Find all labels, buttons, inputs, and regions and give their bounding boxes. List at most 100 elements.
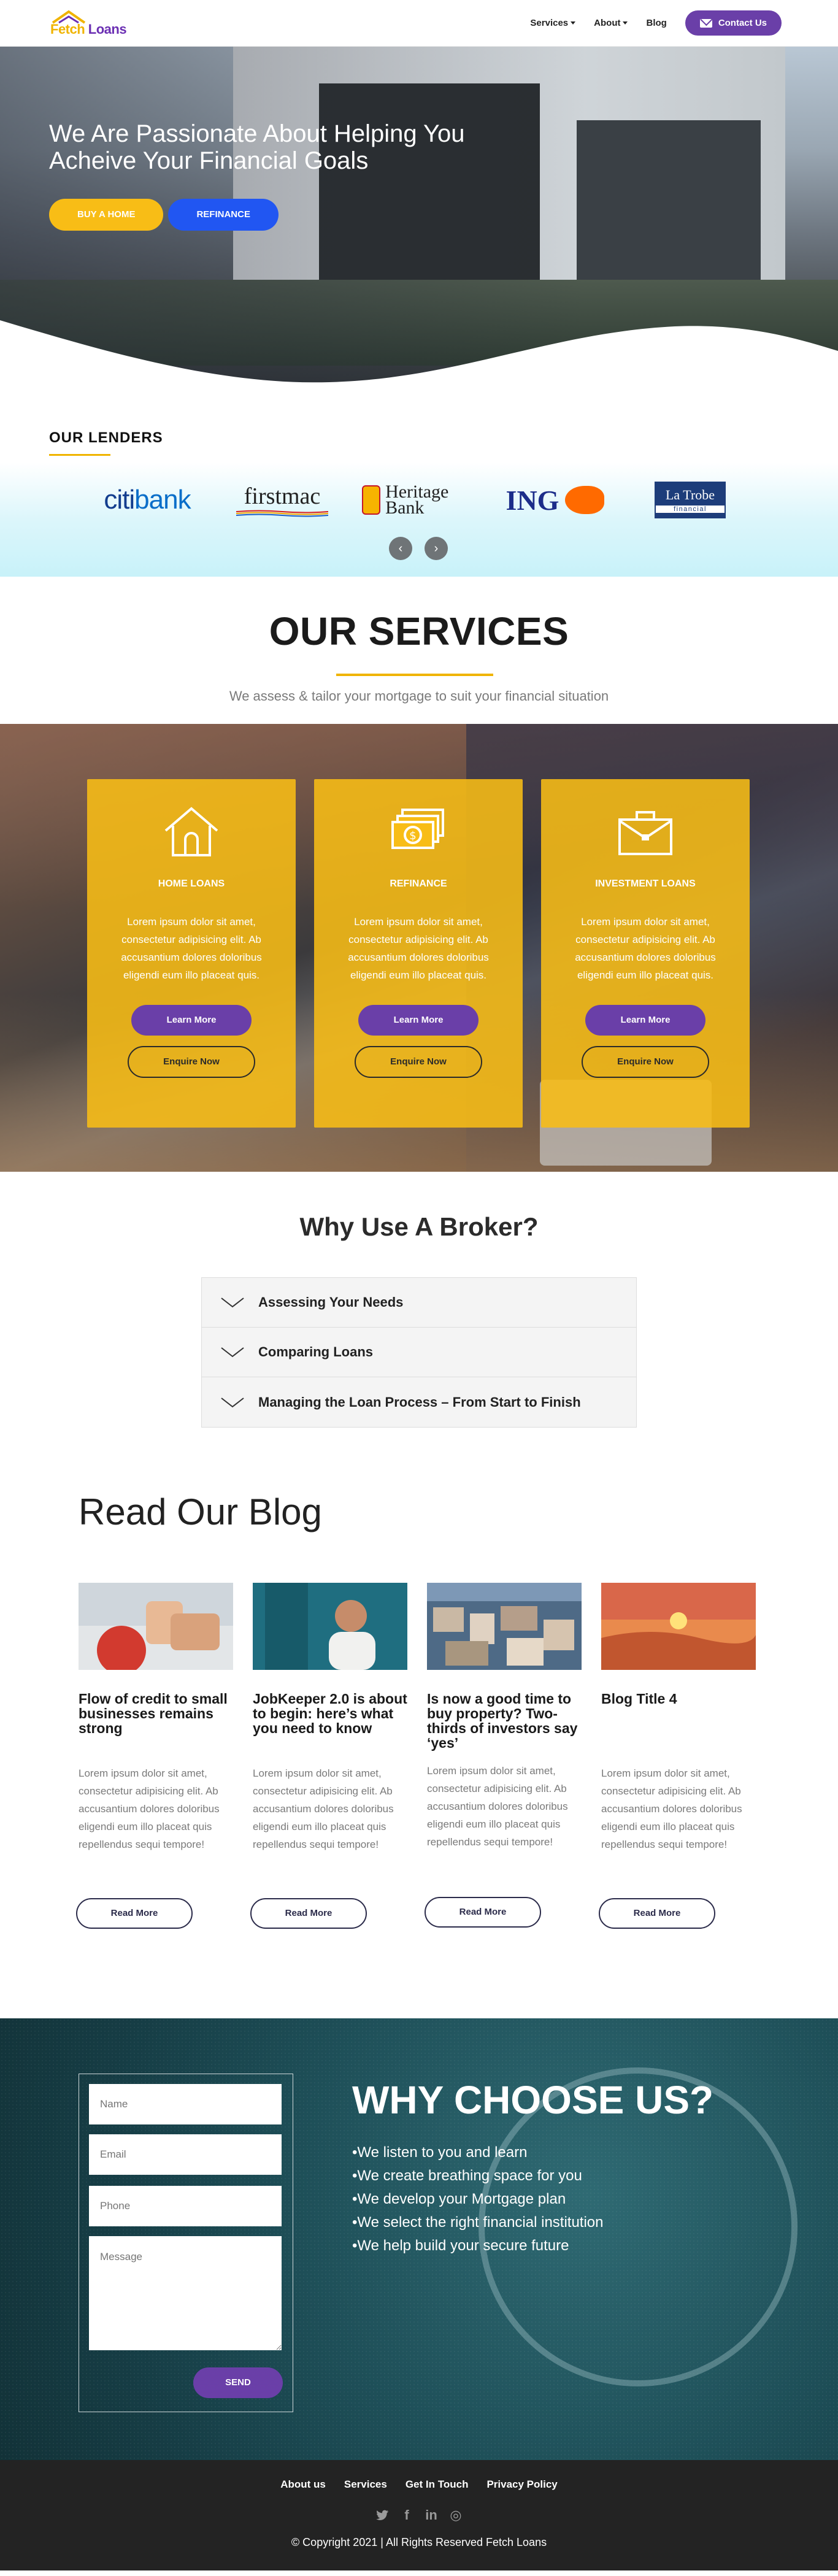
money-icon: $ <box>391 809 444 849</box>
lenders-section: OUR LENDERS citi bank firstmac Heritage B… <box>0 386 838 577</box>
why-point: •We develop your Mortgage plan <box>352 2191 566 2207</box>
footer-link-about[interactable]: About us <box>280 2478 326 2491</box>
chevron-down-icon <box>571 21 576 25</box>
title-underline <box>336 674 493 676</box>
nav-item-blog[interactable]: Blog <box>646 18 666 28</box>
card-title: HOME LOANS <box>158 879 225 889</box>
why-point: •We help build your secure future <box>352 2237 569 2254</box>
house-icon <box>164 807 218 856</box>
enquire-now-button[interactable]: Enquire Now <box>355 1046 482 1078</box>
title-underline <box>49 454 110 456</box>
service-card-investment-loans: INVESTMENT LOANS Lorem ipsum dolor sit a… <box>541 779 750 1128</box>
why-point: •We select the right financial instituti… <box>352 2214 604 2231</box>
blog-post: JobKeeper 2.0 is about to begin: here’s … <box>250 1583 407 1929</box>
enquire-now-button[interactable]: Enquire Now <box>128 1046 255 1078</box>
services-heading: OUR SERVICES We assess & tailor your mor… <box>0 577 838 724</box>
chevron-down-icon <box>221 1347 244 1358</box>
broker-accordion: Assessing Your Needs Comparing Loans Man… <box>201 1277 637 1428</box>
chevron-down-icon <box>221 1397 244 1407</box>
message-field[interactable] <box>89 2236 282 2350</box>
read-more-button[interactable]: Read More <box>76 1898 193 1929</box>
service-card-home-loans: HOME LOANS Lorem ipsum dolor sit amet, c… <box>87 779 296 1128</box>
blog-post: Is now a good time to buy property? Two-… <box>425 1583 582 1928</box>
email-field[interactable] <box>89 2134 282 2175</box>
accordion-label: Comparing Loans <box>258 1344 374 1359</box>
blog-image[interactable] <box>427 1583 582 1670</box>
blog-title: Read Our Blog <box>79 1491 322 1532</box>
post-title[interactable]: Is now a good time to buy property? Two-… <box>427 1691 582 1750</box>
post-excerpt: Lorem ipsum dolor sit amet, consectetur … <box>601 1767 742 1850</box>
buy-a-home-button[interactable]: BUY A HOME <box>49 199 164 231</box>
hero-buttons: BUY A HOME REFINANCE <box>49 199 279 231</box>
svg-text:$: $ <box>409 829 416 842</box>
read-more-button[interactable]: Read More <box>599 1898 715 1929</box>
ing-logo[interactable]: ING <box>494 479 617 521</box>
firstmac-wave-icon <box>236 510 328 517</box>
why-title: WHY CHOOSE US? <box>352 2078 714 2122</box>
service-card-refinance: $ REFINANCE Lorem ipsum dolor sit amet, … <box>314 779 523 1128</box>
post-title[interactable]: Flow of credit to small businesses remai… <box>79 1691 233 1736</box>
chevron-down-icon <box>623 21 628 25</box>
hero-title: We Are Passionate About Helping You Ache… <box>49 120 465 174</box>
blog-section: Read Our Blog Flow of credit to small bu… <box>0 1491 838 2018</box>
post-excerpt: Lorem ipsum dolor sit amet, consectetur … <box>427 1765 568 1848</box>
nav-item-about[interactable]: About <box>594 18 628 28</box>
read-more-button[interactable]: Read More <box>250 1898 367 1929</box>
services-section: HOME LOANS Lorem ipsum dolor sit amet, c… <box>0 724 838 1172</box>
facebook-icon[interactable]: f <box>399 2508 414 2523</box>
logo-text: Fetch Loans <box>50 21 127 37</box>
instagram-icon[interactable]: ◎ <box>448 2508 463 2523</box>
lenders-title: OUR LENDERS <box>49 429 163 446</box>
why-points: •We listen to you and learn •We create b… <box>352 2141 604 2258</box>
refinance-button[interactable]: REFINANCE <box>168 199 279 231</box>
enquire-now-button[interactable]: Enquire Now <box>582 1046 709 1078</box>
blog-image[interactable] <box>253 1583 407 1670</box>
heritage-bank-logo[interactable]: Heritage Bank <box>362 479 472 521</box>
post-excerpt: Lorem ipsum dolor sit amet, consectetur … <box>79 1767 220 1850</box>
hero-section: We Are Passionate About Helping You Ache… <box>0 47 838 388</box>
arrow-right-icon[interactable]: › <box>425 537 448 560</box>
name-field[interactable] <box>89 2084 282 2124</box>
accordion-label: Managing the Loan Process – From Start t… <box>258 1394 581 1410</box>
heritage-emblem-icon <box>362 485 381 515</box>
social-links: f in ◎ <box>0 2508 838 2523</box>
firstmac-logo[interactable]: firstmac <box>233 479 331 521</box>
accordion-item[interactable]: Assessing Your Needs <box>202 1278 636 1328</box>
twitter-icon[interactable] <box>375 2508 390 2523</box>
post-title[interactable]: Blog Title 4 <box>601 1691 756 1706</box>
blog-post: Flow of credit to small businesses remai… <box>76 1583 233 1929</box>
blog-post: Blog Title 4 Lorem ipsum dolor sit amet,… <box>599 1583 756 1929</box>
accordion-label: Assessing Your Needs <box>258 1294 404 1310</box>
arrow-left-icon[interactable]: ‹ <box>389 537 412 560</box>
citibank-logo[interactable]: citi bank <box>86 479 209 521</box>
send-button[interactable]: SEND <box>193 2367 283 2398</box>
learn-more-button[interactable]: Learn More <box>131 1005 252 1036</box>
accordion-item[interactable]: Comparing Loans <box>202 1328 636 1377</box>
footer-link-get-in-touch[interactable]: Get In Touch <box>406 2478 469 2491</box>
logo[interactable]: Fetch Loans <box>50 9 127 37</box>
footer-link-privacy[interactable]: Privacy Policy <box>486 2478 557 2491</box>
read-more-button[interactable]: Read More <box>425 1897 541 1928</box>
nav-item-services[interactable]: Services <box>530 18 576 28</box>
learn-more-button[interactable]: Learn More <box>585 1005 705 1036</box>
contact-us-button[interactable]: Contact Us <box>685 10 782 36</box>
why-point: •We create breathing space for you <box>352 2167 582 2184</box>
linkedin-icon[interactable]: in <box>424 2508 439 2523</box>
card-text: Lorem ipsum dolor sit amet, consectetur … <box>121 916 262 981</box>
blog-image[interactable] <box>601 1583 756 1670</box>
accordion-item[interactable]: Managing the Loan Process – From Start t… <box>202 1377 636 1427</box>
briefcase-icon <box>618 811 672 855</box>
blog-image[interactable] <box>79 1583 233 1675</box>
contact-form: SEND <box>79 2074 293 2412</box>
post-title[interactable]: JobKeeper 2.0 is about to begin: here’s … <box>253 1691 407 1736</box>
card-title: REFINANCE <box>390 879 447 889</box>
card-text: Lorem ipsum dolor sit amet, consectetur … <box>575 916 716 981</box>
phone-field[interactable] <box>89 2186 282 2226</box>
footer-link-services[interactable]: Services <box>344 2478 387 2491</box>
la-trobe-logo[interactable]: La Trobe financial <box>653 479 727 521</box>
learn-more-button[interactable]: Learn More <box>358 1005 479 1036</box>
card-title: INVESTMENT LOANS <box>595 879 696 889</box>
services-subtitle: We assess & tailor your mortgage to suit… <box>229 688 609 704</box>
services-title: OUR SERVICES <box>269 609 569 653</box>
post-excerpt: Lorem ipsum dolor sit amet, consectetur … <box>253 1767 394 1850</box>
